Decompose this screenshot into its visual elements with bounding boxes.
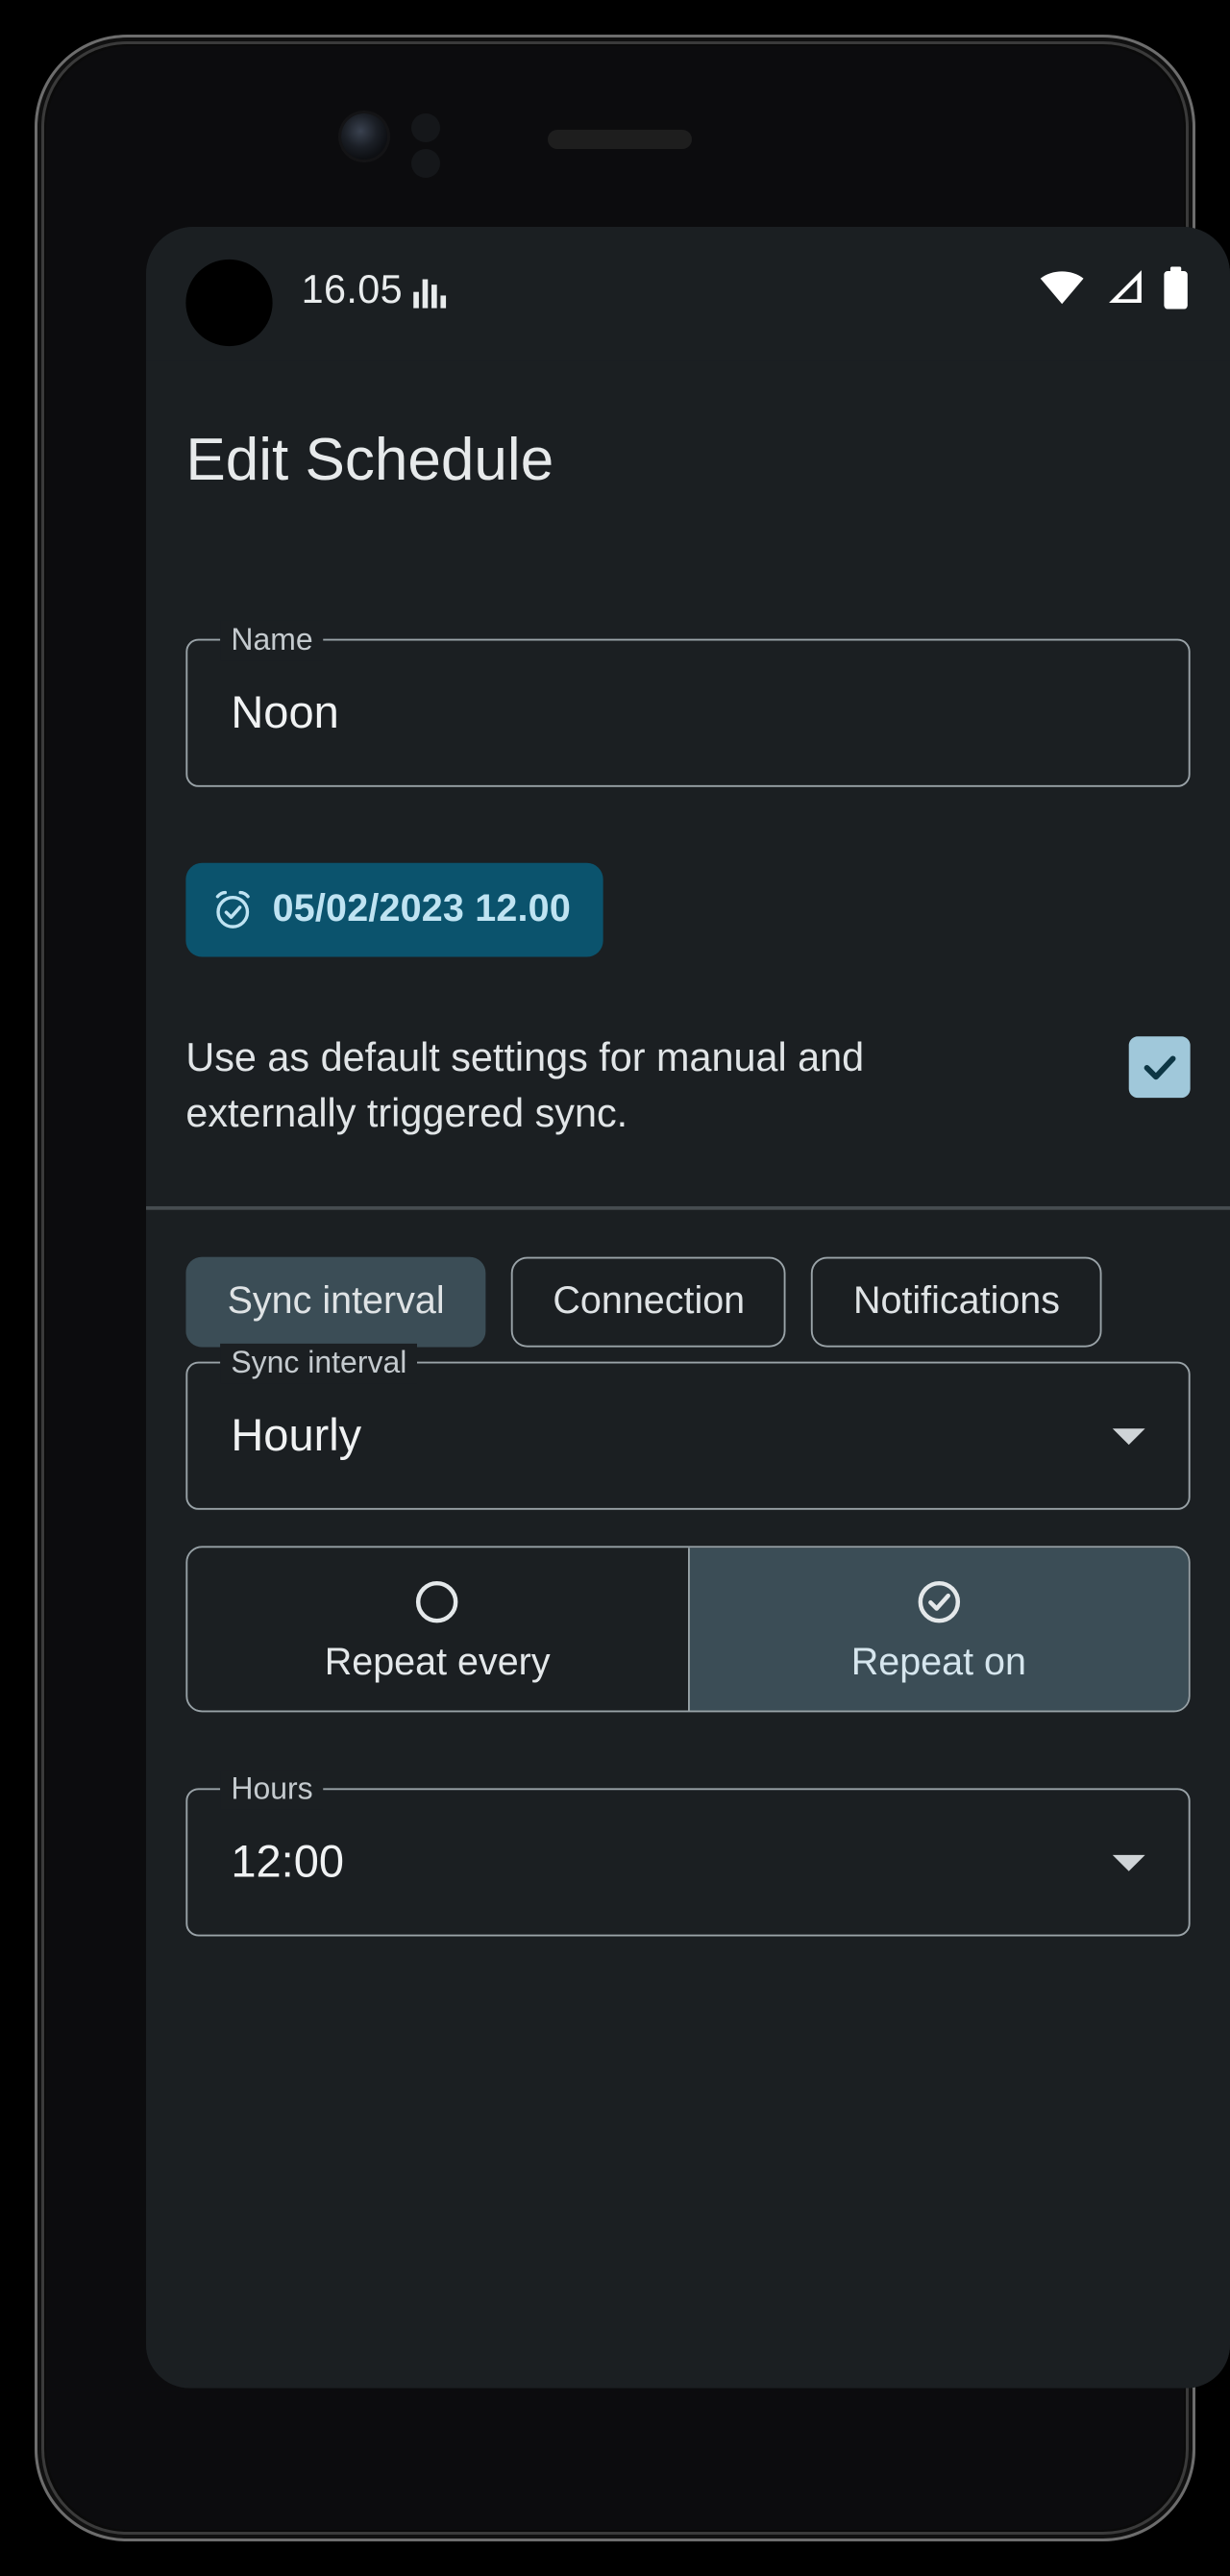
battery-icon xyxy=(1164,266,1188,310)
hours-dropdown-value: 12:00 xyxy=(231,1836,344,1887)
default-settings-row[interactable]: Use as default settings for manual and e… xyxy=(185,1029,1191,1142)
status-bar-icons xyxy=(1039,266,1191,310)
settings-tabs: Sync interval Connection Notifications xyxy=(185,1256,1102,1348)
wifi-icon xyxy=(1040,271,1084,305)
sync-interval-dropdown[interactable]: Sync interval Hourly xyxy=(185,1343,1191,1510)
alarm-check-icon xyxy=(215,890,250,929)
default-settings-label: Use as default settings for manual and e… xyxy=(185,1034,865,1136)
repeat-on-label: Repeat on xyxy=(850,1641,1026,1683)
tab-notifications[interactable]: Notifications xyxy=(811,1256,1102,1348)
sync-interval-dropdown-value: Hourly xyxy=(231,1409,362,1461)
hours-dropdown[interactable]: Hours 12:00 xyxy=(185,1770,1191,1937)
tab-notifications-label: Notifications xyxy=(852,1280,1061,1323)
equalizer-icon xyxy=(413,272,447,309)
schedule-datetime-label: 05/02/2023 12.00 xyxy=(272,888,571,930)
chevron-down-icon[interactable] xyxy=(1112,1854,1145,1871)
tab-connection[interactable]: Connection xyxy=(511,1256,787,1348)
repeat-every-option[interactable]: Repeat every xyxy=(187,1548,687,1710)
screenshot-stage: 16.05 Edit Schedule Name Noon 05/02/2023… xyxy=(0,0,1230,2576)
hours-dropdown-label: Hours xyxy=(220,1770,324,1810)
cellular-signal-icon xyxy=(1109,270,1142,303)
section-divider xyxy=(146,1205,1230,1209)
name-input[interactable]: Name Noon xyxy=(185,620,1191,787)
status-bar: 16.05 xyxy=(146,227,1230,361)
sync-interval-dropdown-label: Sync interval xyxy=(220,1343,418,1384)
check-icon xyxy=(1144,1055,1176,1080)
repeat-mode-toggle: Repeat every Repeat on xyxy=(185,1546,1191,1713)
name-input-value: Noon xyxy=(231,686,339,738)
app-content: Edit Schedule Name Noon 05/02/2023 12.00 xyxy=(146,360,1230,2388)
phone-screen: 16.05 Edit Schedule Name Noon 05/02/2023… xyxy=(73,113,1230,2388)
schedule-datetime-chip[interactable]: 05/02/2023 12.00 xyxy=(185,862,603,957)
name-input-label: Name xyxy=(220,620,324,661)
page-title: Edit Schedule xyxy=(185,425,554,493)
camera-punch-hole xyxy=(185,259,273,347)
default-settings-checkbox[interactable] xyxy=(1128,1036,1191,1099)
tab-connection-label: Connection xyxy=(553,1280,746,1323)
chevron-down-icon[interactable] xyxy=(1112,1428,1145,1446)
tab-sync-interval-label: Sync interval xyxy=(227,1280,445,1323)
status-bar-time: 16.05 xyxy=(301,266,404,312)
check-circle-icon xyxy=(918,1580,960,1622)
repeat-on-option[interactable]: Repeat on xyxy=(687,1548,1189,1711)
circle-outline-icon xyxy=(416,1580,458,1622)
tab-sync-interval[interactable]: Sync interval xyxy=(185,1256,486,1348)
repeat-every-label: Repeat every xyxy=(324,1641,551,1683)
